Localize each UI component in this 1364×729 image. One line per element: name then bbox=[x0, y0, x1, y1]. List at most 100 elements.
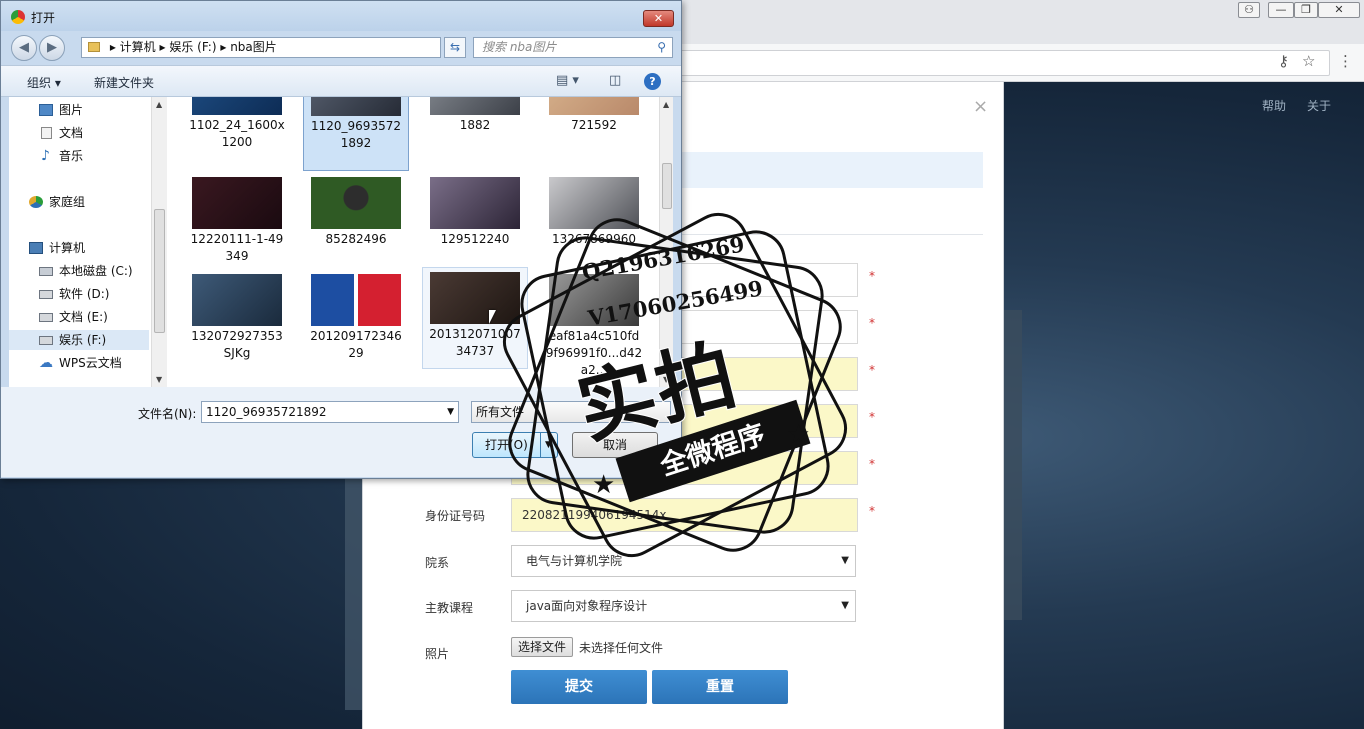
cancel-button[interactable]: 取消 bbox=[572, 432, 658, 458]
sidebar-item-homegroup[interactable]: 家庭组 bbox=[9, 192, 149, 212]
new-folder-button[interactable]: 新建文件夹 bbox=[94, 74, 154, 91]
key-icon[interactable]: ⚷ bbox=[1278, 52, 1289, 70]
file-name: 721592 bbox=[571, 118, 617, 132]
sidebar-label: WPS云文档 bbox=[59, 356, 122, 370]
sidebar-label: 计算机 bbox=[49, 241, 86, 255]
search-input[interactable]: 搜索 nba图片 ⚲ bbox=[473, 37, 673, 58]
breadcrumb-item[interactable]: nba图片 bbox=[230, 40, 277, 54]
sidebar-item-drive-e[interactable]: 文档 (E:) bbox=[9, 307, 149, 327]
split-divider bbox=[540, 433, 541, 457]
file-tile[interactable]: 1882 bbox=[422, 97, 528, 151]
file-name: 13267869960 bbox=[552, 232, 636, 246]
image-thumbnail bbox=[549, 97, 639, 115]
scroll-up-icon[interactable]: ▲ bbox=[663, 100, 669, 109]
filename-input[interactable]: 1120_96935721892 ▼ bbox=[201, 401, 459, 423]
music-icon: ♪ bbox=[41, 148, 50, 164]
required-mark: * bbox=[869, 504, 875, 518]
reset-button[interactable]: 重置 bbox=[652, 670, 788, 704]
image-thumbnail bbox=[430, 177, 520, 229]
sidebar-item-computer[interactable]: 计算机 bbox=[9, 238, 149, 258]
file-name: 20120917234629 bbox=[310, 329, 402, 360]
back-arrow-icon[interactable]: ◀ bbox=[11, 35, 37, 61]
sidebar-item-drive-d[interactable]: 软件 (D:) bbox=[9, 284, 149, 304]
id-number-field[interactable]: 220821199406194514x bbox=[511, 498, 858, 532]
file-grid-scrollbar[interactable]: ▲ ▼ bbox=[659, 97, 673, 387]
address-bar[interactable] bbox=[680, 50, 1330, 76]
open-button[interactable]: 打开(O) ▼ bbox=[472, 432, 558, 458]
sidebar-item-drive-f[interactable]: 娱乐 (F:) bbox=[9, 330, 149, 350]
image-thumbnail bbox=[311, 97, 401, 116]
sidebar-item-documents[interactable]: 文档 bbox=[9, 123, 149, 143]
course-select[interactable]: java面向对象程序设计 ▼ bbox=[511, 590, 856, 622]
sidebar-item-music[interactable]: ♪ 音乐 bbox=[9, 146, 149, 166]
file-tile[interactable]: eaf81a4c510fd9f96991f0...d42a2... bbox=[541, 270, 647, 380]
nav-link-help[interactable]: 帮助 bbox=[1262, 97, 1286, 114]
file-tile-selected[interactable]: 1120_96935721892 bbox=[303, 97, 409, 171]
menu-icon[interactable]: ⋮ bbox=[1338, 52, 1353, 70]
file-name: 132072927353SJKg bbox=[191, 329, 283, 360]
file-tile[interactable]: 85282496 bbox=[303, 173, 409, 253]
choose-file-button[interactable]: 选择文件 bbox=[511, 637, 573, 657]
forward-arrow-icon[interactable]: ▶ bbox=[39, 35, 65, 61]
scroll-down-icon[interactable]: ▼ bbox=[663, 375, 669, 384]
file-tile[interactable]: 13267869960 bbox=[541, 173, 647, 253]
search-icon: ⚲ bbox=[657, 40, 666, 54]
scroll-down-icon[interactable]: ▼ bbox=[156, 375, 162, 384]
breadcrumb-item[interactable]: 娱乐 (F:) bbox=[169, 40, 216, 54]
file-tile[interactable]: 129512240 bbox=[422, 173, 528, 253]
dialog-footer: 文件名(N): 1120_96935721892 ▼ 所有文件 打开(O) ▼ … bbox=[1, 387, 681, 477]
command-bar: 组织 ▾ 新建文件夹 ▤ ▾ ◫ ? bbox=[1, 65, 681, 97]
refresh-icon[interactable]: ⇆ bbox=[444, 37, 466, 58]
scroll-thumb[interactable] bbox=[154, 209, 165, 333]
minimize-button[interactable]: — bbox=[1268, 2, 1294, 18]
file-tile[interactable]: 12220111-1-49349 bbox=[184, 173, 290, 267]
scroll-up-icon[interactable]: ▲ bbox=[156, 100, 162, 109]
file-name: 1882 bbox=[459, 118, 491, 132]
image-thumbnail bbox=[192, 177, 282, 229]
course-label: 主教课程 bbox=[425, 601, 474, 615]
sidebar-item-pictures[interactable]: 图片 bbox=[9, 100, 149, 120]
scroll-thumb[interactable] bbox=[662, 163, 672, 209]
required-mark: * bbox=[869, 316, 875, 330]
file-type-filter[interactable]: 所有文件 bbox=[471, 401, 671, 423]
department-label: 院系 bbox=[425, 556, 450, 570]
navigation-pane: 图片 文档 ♪ 音乐 家庭组 计算机 本地磁盘 (C:) 软件 (D:) 文档 … bbox=[9, 97, 149, 387]
homegroup-icon bbox=[29, 196, 43, 208]
image-thumbnail bbox=[549, 274, 639, 326]
documents-icon bbox=[41, 127, 52, 139]
file-tile[interactable]: 132072927353SJKg bbox=[184, 270, 290, 370]
preview-pane-icon[interactable]: ◫ bbox=[609, 73, 621, 88]
photo-label: 照片 bbox=[425, 647, 450, 661]
view-mode-icon[interactable]: ▤ ▾ bbox=[556, 73, 579, 88]
nav-link-about[interactable]: 关于 bbox=[1307, 97, 1331, 114]
help-icon[interactable]: ? bbox=[644, 73, 661, 90]
dropdown-arrow-icon[interactable]: ▼ bbox=[447, 402, 454, 422]
dropdown-arrow-icon[interactable]: ▼ bbox=[545, 433, 552, 457]
form-row-course: 主教课程 java面向对象程序设计 ▼ bbox=[363, 590, 1005, 624]
filename-value: 1120_96935721892 bbox=[206, 405, 327, 419]
submit-button[interactable]: 提交 bbox=[511, 670, 647, 704]
file-tile[interactable]: 20120917234629 bbox=[303, 270, 409, 370]
file-tile[interactable]: 1102_24_1600x1200 bbox=[184, 97, 290, 169]
modal-close-icon[interactable]: × bbox=[973, 96, 988, 117]
close-window-button[interactable]: ✕ bbox=[1318, 2, 1360, 18]
search-placeholder: 搜索 nba图片 bbox=[482, 40, 557, 54]
bookmark-star-icon[interactable]: ☆ bbox=[1302, 52, 1315, 70]
dialog-titlebar: 打开 ✕ bbox=[1, 1, 681, 31]
mouse-cursor-icon bbox=[489, 310, 496, 324]
breadcrumb[interactable]: ▸ 计算机 ▸ 娱乐 (F:) ▸ nba图片 bbox=[81, 37, 441, 58]
file-tile[interactable]: 721592 bbox=[541, 97, 647, 151]
sidebar-item-wps-cloud[interactable]: ☁ WPS云文档 bbox=[9, 353, 149, 373]
profile-icon[interactable]: ⚇ bbox=[1238, 2, 1260, 18]
required-mark: * bbox=[869, 457, 875, 471]
dialog-close-button[interactable]: ✕ bbox=[643, 10, 674, 27]
sidebar-scrollbar[interactable]: ▲ ▼ bbox=[151, 97, 167, 387]
sidebar-item-drive-c[interactable]: 本地磁盘 (C:) bbox=[9, 261, 149, 281]
dialog-body: 图片 文档 ♪ 音乐 家庭组 计算机 本地磁盘 (C:) 软件 (D:) 文档 … bbox=[9, 97, 673, 387]
breadcrumb-item[interactable]: 计算机 bbox=[120, 40, 156, 54]
department-select[interactable]: 电气与计算机学院 ▼ bbox=[511, 545, 856, 577]
file-tile-hover[interactable]: 20131207100734737 bbox=[422, 267, 528, 369]
organize-menu[interactable]: 组织 ▾ bbox=[27, 74, 61, 91]
restore-button[interactable]: ❐ bbox=[1294, 2, 1318, 18]
form-row-photo: 照片 选择文件 未选择任何文件 bbox=[363, 637, 1005, 671]
